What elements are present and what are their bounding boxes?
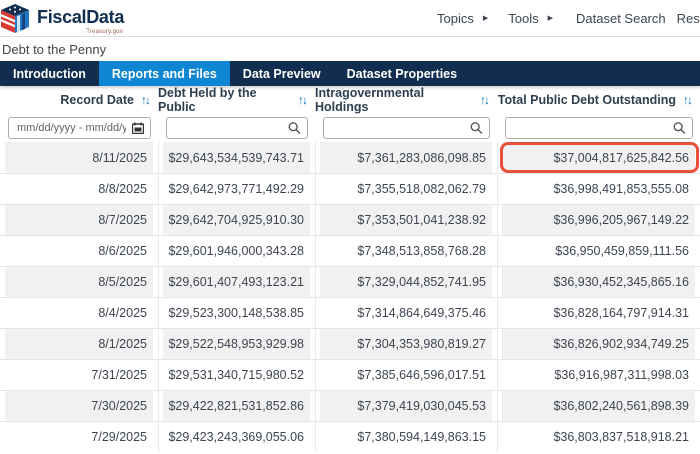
cell-record-date: 7/31/2025 [0, 360, 158, 390]
cell-debt-held-by-the-public: $29,601,407,493,123.21 [158, 267, 315, 297]
table-row: 8/8/2025$29,642,973,771,492.29$7,355,518… [0, 173, 700, 204]
tab-introduction[interactable]: Introduction [0, 61, 99, 86]
table-row: 8/5/2025$29,601,407,493,123.21$7,329,044… [0, 266, 700, 297]
nav-item-topics[interactable]: Topics ▶ [437, 11, 488, 26]
cell-total-public-debt-outstanding: $36,930,452,345,865.16 [497, 267, 700, 297]
cell-total-public-debt-outstanding: $36,826,902,934,749.25 [497, 329, 700, 359]
tab-reports-and-files[interactable]: Reports and Files [99, 61, 230, 86]
table-header-row: Record Date↑↓Debt Held by the Public↑↓In… [0, 86, 700, 113]
nav-item-dataset-search[interactable]: Dataset Search [576, 11, 666, 26]
tab-bar: IntroductionReports and FilesData Previe… [0, 61, 700, 86]
cell-debt-held-by-the-public: $29,531,340,715,980.52 [158, 360, 315, 390]
intragovernmental-holdings-search-input[interactable] [323, 117, 490, 139]
column-header-total-public-debt-outstanding[interactable]: Total Public Debt Outstanding ↑↓ [497, 93, 700, 107]
top-nav: Topics ▶ Tools ▶ Dataset Search Res [437, 0, 700, 36]
cell-total-public-debt-outstanding: $36,950,459,859,111.56 [497, 236, 700, 266]
cell-record-date: 8/8/2025 [0, 174, 158, 204]
table-body: 8/11/2025$29,643,534,539,743.71$7,361,28… [0, 142, 700, 452]
data-table: Record Date↑↓Debt Held by the Public↑↓In… [0, 86, 700, 452]
table-row: 8/11/2025$29,643,534,539,743.71$7,361,28… [0, 142, 700, 173]
cell-debt-held-by-the-public: $29,643,534,539,743.71 [158, 142, 315, 173]
cell-record-date: 8/1/2025 [0, 329, 158, 359]
cell-record-date: 8/5/2025 [0, 267, 158, 297]
cell-record-date: 8/4/2025 [0, 298, 158, 328]
cell-record-date: 8/11/2025 [0, 142, 158, 173]
cell-total-public-debt-outstanding: $36,998,491,853,555.08 [497, 174, 700, 204]
cell-debt-held-by-the-public: $29,423,243,369,055.06 [158, 422, 315, 452]
cell-debt-held-by-the-public: $29,422,821,531,852.86 [158, 391, 315, 421]
cell-total-public-debt-outstanding: $36,996,205,967,149.22 [497, 205, 700, 235]
table-row: 7/30/2025$29,422,821,531,852.86$7,379,41… [0, 390, 700, 421]
cell-debt-held-by-the-public: $29,642,704,925,910.30 [158, 205, 315, 235]
cell-debt-held-by-the-public: $29,523,300,148,538.85 [158, 298, 315, 328]
cell-record-date: 8/6/2025 [0, 236, 158, 266]
cell-intragovernmental-holdings: $7,314,864,649,375.46 [315, 298, 497, 328]
sort-icon[interactable]: ↑↓ [141, 93, 151, 107]
cell-intragovernmental-holdings: $7,304,353,980,819.27 [315, 329, 497, 359]
page-title-bar: Debt to the Penny [0, 37, 700, 61]
cell-debt-held-by-the-public: $29,601,946,000,343.28 [158, 236, 315, 266]
sort-icon[interactable]: ↑↓ [480, 93, 490, 107]
cell-total-public-debt-outstanding: $36,803,837,518,918.21 [497, 422, 700, 452]
debt-held-public-search-input[interactable] [166, 117, 308, 139]
column-header-record-date[interactable]: Record Date ↑↓ [0, 93, 158, 107]
caret-right-icon: ▶ [548, 14, 553, 22]
caret-right-icon: ▶ [483, 14, 488, 22]
column-header-intragovernmental-holdings[interactable]: Intragovernmental Holdings ↑↓ [315, 86, 497, 114]
table-row: 7/31/2025$29,531,340,715,980.52$7,385,64… [0, 359, 700, 390]
column-header-debt-held-by-the-public[interactable]: Debt Held by the Public ↑↓ [158, 86, 315, 114]
table-row: 8/4/2025$29,523,300,148,538.85$7,314,864… [0, 297, 700, 328]
cell-total-public-debt-outstanding: $36,916,987,311,998.03 [497, 360, 700, 390]
cell-total-public-debt-outstanding: $36,828,164,797,914.31 [497, 298, 700, 328]
page-title: Debt to the Penny [2, 42, 106, 57]
column-header-label: Intragovernmental Holdings [315, 86, 473, 114]
fiscaldata-flag-cube-icon [0, 3, 32, 37]
cell-intragovernmental-holdings: $7,348,513,858,768.28 [315, 236, 497, 266]
cell-debt-held-by-the-public: $29,642,973,771,492.29 [158, 174, 315, 204]
tab-dataset-properties[interactable]: Dataset Properties [334, 61, 470, 86]
logo-title: FiscalData [37, 7, 124, 27]
column-header-label: Total Public Debt Outstanding [498, 93, 676, 107]
tab-data-preview[interactable]: Data Preview [230, 61, 334, 86]
table-filter-row [0, 113, 700, 142]
cell-debt-held-by-the-public: $29,522,548,953,929.98 [158, 329, 315, 359]
cell-intragovernmental-holdings: $7,385,646,596,017.51 [315, 360, 497, 390]
table-row: 8/1/2025$29,522,548,953,929.98$7,304,353… [0, 328, 700, 359]
record-date-range-input[interactable] [8, 117, 151, 139]
total-public-debt-search-input[interactable] [505, 117, 693, 139]
column-header-label: Record Date [60, 93, 134, 107]
fiscaldata-logo[interactable]: FiscalData Treasury.gov [0, 3, 124, 37]
cell-record-date: 7/29/2025 [0, 422, 158, 452]
nav-item-label: Res [677, 11, 700, 26]
table-row: 7/29/2025$29,423,243,369,055.06$7,380,59… [0, 421, 700, 452]
nav-item-label: Topics [437, 11, 474, 26]
nav-item-label: Tools [508, 11, 538, 26]
cell-intragovernmental-holdings: $7,329,044,852,741.95 [315, 267, 497, 297]
nav-item-res[interactable]: Res [677, 11, 700, 26]
cell-record-date: 7/30/2025 [0, 391, 158, 421]
logo-subtitle: Treasury.gov [86, 29, 123, 35]
sort-icon[interactable]: ↑↓ [298, 93, 308, 107]
table-row: 8/7/2025$29,642,704,925,910.30$7,353,501… [0, 204, 700, 235]
cell-record-date: 8/7/2025 [0, 205, 158, 235]
cell-intragovernmental-holdings: $7,355,518,082,062.79 [315, 174, 497, 204]
nav-item-label: Dataset Search [576, 11, 666, 26]
cell-intragovernmental-holdings: $7,361,283,086,098.85 [315, 142, 497, 173]
cell-total-public-debt-outstanding: $37,004,817,625,842.56 [497, 142, 700, 173]
cell-total-public-debt-outstanding: $36,802,240,561,898.39 [497, 391, 700, 421]
cell-intragovernmental-holdings: $7,379,419,030,045.53 [315, 391, 497, 421]
nav-item-tools[interactable]: Tools ▶ [508, 11, 553, 26]
site-header: FiscalData Treasury.gov Topics ▶ Tools ▶ Dat… [0, 0, 700, 37]
cell-intragovernmental-holdings: $7,353,501,041,238.92 [315, 205, 497, 235]
sort-icon[interactable]: ↑↓ [683, 93, 693, 107]
cell-intragovernmental-holdings: $7,380,594,149,863.15 [315, 422, 497, 452]
table-row: 8/6/2025$29,601,946,000,343.28$7,348,513… [0, 235, 700, 266]
column-header-label: Debt Held by the Public [158, 86, 291, 114]
